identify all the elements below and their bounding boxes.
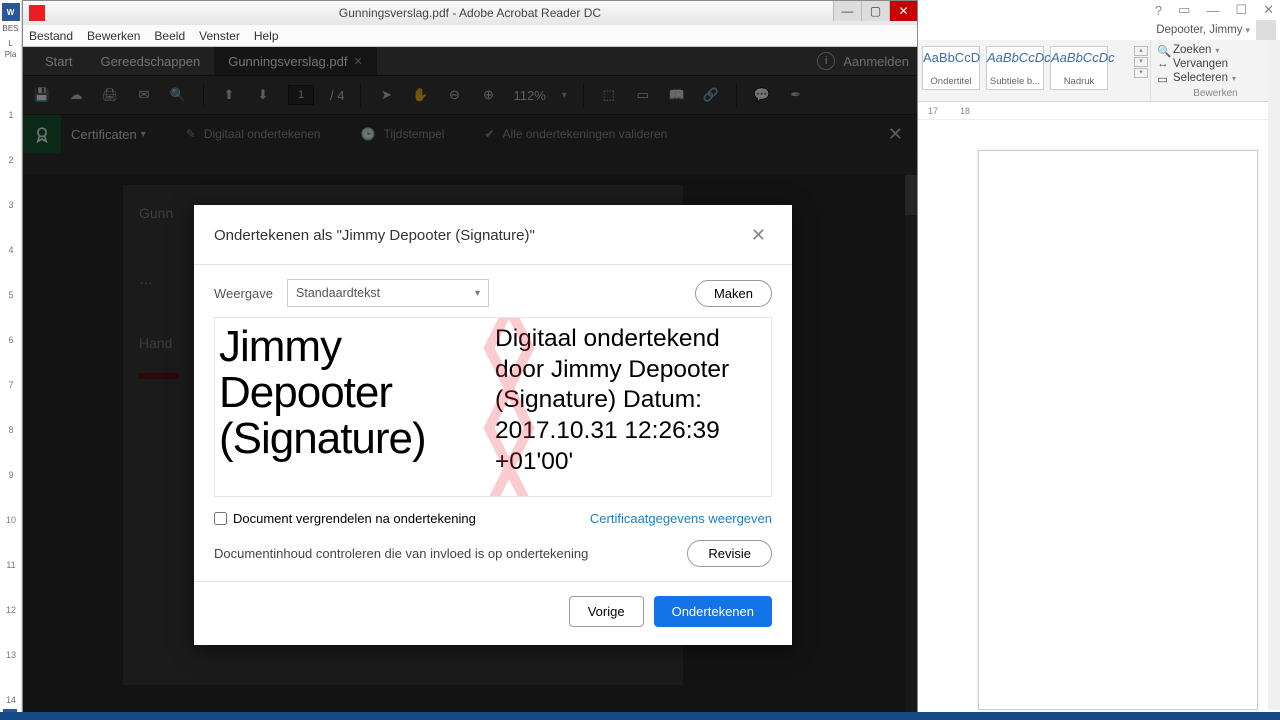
signature-preview: Jimmy Depooter (Signature) Digitaal onde…: [214, 317, 772, 497]
style-sample: AaBbCcD: [923, 50, 979, 65]
word-vertical-scrollbar[interactable]: [1268, 40, 1280, 710]
style-label: Nadruk: [1051, 76, 1107, 87]
word-caption-buttons: ? ▭ — ☐ ✕: [918, 0, 1280, 20]
menu-bar: Bestand Bewerken Beeld Venster Help: [23, 25, 917, 47]
menu-file[interactable]: Bestand: [29, 29, 73, 43]
word-user-account[interactable]: Depooter, Jimmy ▾: [918, 20, 1280, 40]
word-icon: W: [2, 3, 20, 21]
close-window-button[interactable]: ✕: [889, 1, 917, 21]
menu-view[interactable]: Beeld: [154, 29, 185, 43]
ruler-tick: 18: [960, 106, 970, 116]
word-close-button[interactable]: ✕: [1263, 2, 1274, 18]
menu-help[interactable]: Help: [254, 29, 279, 43]
background-word-window: ? ▭ — ☐ ✕ Depooter, Jimmy ▾ AaBbCcD Onde…: [918, 0, 1280, 720]
style-sample: AaBbCcDc: [1051, 50, 1107, 65]
lock-document-label: Document vergrendelen na ondertekening: [233, 511, 476, 526]
word-user-name: Depooter, Jimmy: [1156, 24, 1242, 36]
ruler-tick: 9: [0, 470, 22, 480]
styles-spinner[interactable]: ▴▾▾: [1134, 46, 1148, 78]
styles-gallery[interactable]: AaBbCcD Ondertitel AaBbCcDc Subtiele b..…: [918, 40, 1150, 101]
ruler-tick: 14: [0, 695, 22, 705]
lock-document-checkbox[interactable]: [214, 512, 227, 525]
signature-details: Digitaal ondertekend door Jimmy Depooter…: [493, 318, 771, 496]
style-card-ondertitel[interactable]: AaBbCcD Ondertitel: [922, 46, 980, 90]
search-icon: 🔍: [1157, 44, 1169, 56]
editing-group: 🔍 Zoeken ▾ ↔ Vervangen ▭ Selecteren ▾ Be…: [1150, 40, 1280, 101]
ruler-tick: 7: [0, 380, 22, 390]
select-button[interactable]: ▭ Selecteren ▾: [1157, 72, 1274, 84]
select-icon: ▭: [1157, 72, 1169, 84]
minimize-button[interactable]: —: [833, 1, 861, 21]
word-page: [978, 150, 1258, 710]
ruler-tick: 13: [0, 650, 22, 660]
sign-dialog: Ondertekenen als "Jimmy Depooter (Signat…: [194, 205, 792, 645]
chevron-down-icon: ▾: [1215, 46, 1219, 55]
ruler-tick: 2: [0, 155, 22, 165]
ruler-tick: 10: [0, 515, 22, 525]
background-label-l: L: [0, 39, 21, 48]
app-body-dimmed: Start Gereedschappen Gunningsverslag.pdf…: [23, 47, 917, 719]
certificate-details-link[interactable]: Certificaatgegevens weergeven: [590, 511, 772, 526]
chevron-down-icon: ▾: [1245, 25, 1250, 36]
appearance-label: Weergave: [214, 286, 273, 301]
word-ribbon: AaBbCcD Ondertitel AaBbCcDc Subtiele b..…: [918, 40, 1280, 102]
create-button[interactable]: Maken: [695, 280, 772, 307]
menu-window[interactable]: Venster: [199, 29, 240, 43]
ruler-tick: 4: [0, 245, 22, 255]
style-label: Ondertitel: [923, 76, 979, 87]
window-title: Gunningsverslag.pdf - Adobe Acrobat Read…: [23, 6, 917, 20]
ruler-tick: 1: [0, 110, 22, 120]
word-maximize-button[interactable]: ☐: [1235, 2, 1247, 18]
style-label: Subtiele b...: [987, 76, 1043, 87]
replace-button[interactable]: ↔ Vervangen: [1157, 58, 1274, 70]
ruler-tick: 5: [0, 290, 22, 300]
windows-taskbar[interactable]: [0, 712, 1280, 720]
avatar: [1256, 20, 1276, 40]
style-card-nadruk[interactable]: AaBbCcDc Nadruk: [1050, 46, 1108, 90]
chevron-down-icon: ▾: [1232, 74, 1236, 83]
back-button[interactable]: Vorige: [569, 596, 644, 627]
ruler-tick: 6: [0, 335, 22, 345]
acrobat-window: Gunningsverslag.pdf - Adobe Acrobat Read…: [22, 0, 918, 720]
editing-group-label: Bewerken: [1151, 88, 1280, 99]
word-horizontal-ruler: 17 18: [918, 102, 1280, 120]
ruler-tick: 17: [928, 106, 938, 116]
background-word-left-strip: W BES L Pla 1 2 3 4 5 6 7 8 9 10 11 12 1…: [0, 0, 22, 720]
signature-name: Jimmy Depooter (Signature): [215, 318, 493, 496]
menu-edit[interactable]: Bewerken: [87, 29, 140, 43]
ribbon-options-icon[interactable]: ▭: [1178, 2, 1190, 18]
style-card-subtiele[interactable]: AaBbCcDc Subtiele b...: [986, 46, 1044, 90]
review-content-label: Documentinhoud controleren die van invlo…: [214, 546, 588, 561]
appearance-dropdown[interactable]: Standaardtekst ▾: [287, 279, 489, 307]
maximize-button[interactable]: ▢: [861, 1, 889, 21]
find-button[interactable]: 🔍 Zoeken ▾: [1157, 44, 1274, 56]
title-bar: Gunningsverslag.pdf - Adobe Acrobat Read…: [23, 1, 917, 25]
chevron-down-icon: ▾: [475, 288, 480, 299]
dialog-close-button[interactable]: ✕: [745, 223, 772, 248]
word-minimize-button[interactable]: —: [1206, 3, 1219, 18]
help-icon[interactable]: ?: [1155, 3, 1162, 18]
background-label-pla: Pla: [0, 50, 21, 59]
ruler-tick: 12: [0, 605, 22, 615]
dialog-title: Ondertekenen als "Jimmy Depooter (Signat…: [214, 227, 535, 244]
style-sample: AaBbCcDc: [987, 50, 1043, 65]
background-label-bes: BES: [0, 24, 21, 33]
ruler-tick: 8: [0, 425, 22, 435]
review-button[interactable]: Revisie: [687, 540, 772, 567]
ruler-tick: 3: [0, 200, 22, 210]
replace-icon: ↔: [1157, 58, 1169, 70]
ruler-tick: 11: [0, 560, 22, 570]
sign-button[interactable]: Ondertekenen: [654, 596, 772, 627]
appearance-dropdown-value: Standaardtekst: [296, 286, 380, 300]
